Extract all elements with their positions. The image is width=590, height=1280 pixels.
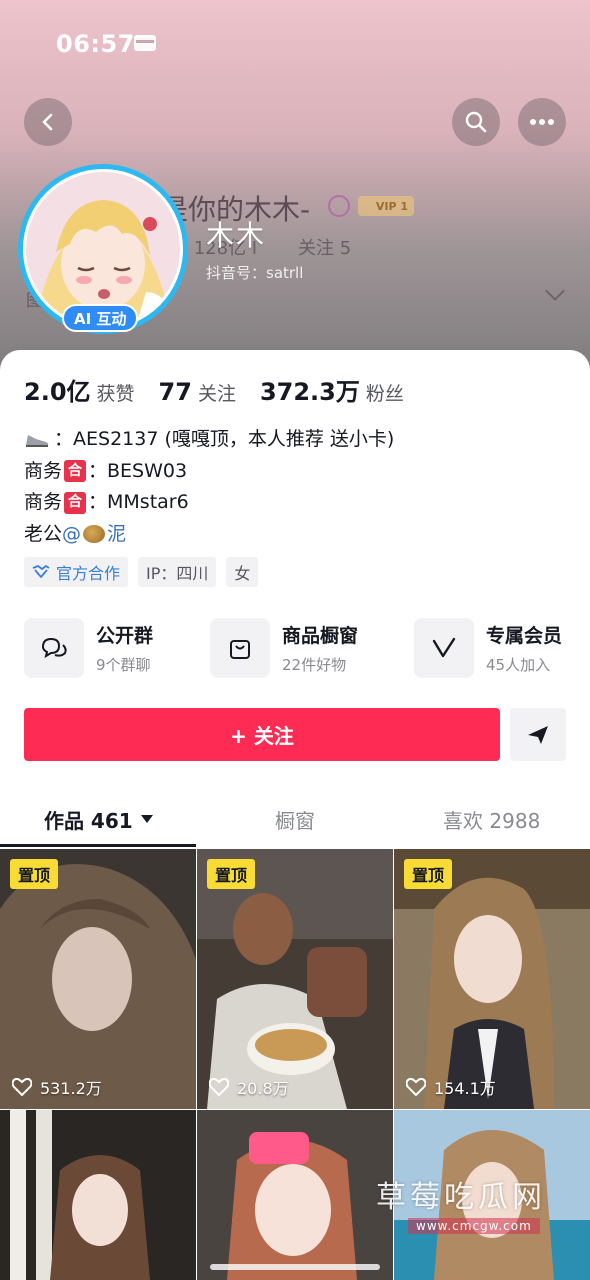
- fans-count[interactable]: 372.3万: [260, 372, 360, 407]
- profile-tags: 官方合作 IP：四川 女: [24, 557, 259, 587]
- chat-icon: [41, 637, 67, 659]
- nickname-overlay: 木木: [206, 219, 267, 252]
- bio-text-1: ：AES2137 (嘎嘎顶，本人推荐 送小卡): [54, 428, 395, 450]
- thumb-image: [0, 1110, 196, 1280]
- verify-icon: [328, 195, 350, 217]
- ai-interact-badge[interactable]: AI 互动: [62, 304, 139, 332]
- showcase-entry[interactable]: 商品橱窗 22件好物: [210, 618, 358, 678]
- pinned-badge: 置顶: [207, 859, 256, 889]
- video-thumb[interactable]: [0, 1110, 196, 1280]
- search-icon: [465, 111, 487, 133]
- tab-indicator: [0, 844, 196, 847]
- more-button[interactable]: [518, 98, 566, 146]
- content-tabs: 作品 461 橱窗 喜欢 2988: [0, 792, 590, 846]
- avatar-image: [26, 172, 180, 326]
- like-count-text: 154.1万: [434, 1079, 496, 1098]
- vip-badge: VIP 1: [358, 196, 414, 216]
- search-button[interactable]: [452, 98, 500, 146]
- back-icon: [42, 113, 53, 131]
- bio-line-1: ：AES2137 (嘎嘎顶，本人推荐 送小卡): [24, 424, 394, 456]
- cooperate-badge-icon: 合: [64, 491, 87, 514]
- douyin-id: 抖音号：satrll: [206, 264, 304, 282]
- group-chat-sub: 9个群聊: [96, 656, 151, 674]
- like-count: 20.8万: [209, 1075, 289, 1099]
- mention-link-suffix[interactable]: 泥: [107, 519, 126, 551]
- video-thumb[interactable]: 置顶 20.8万: [197, 849, 393, 1109]
- potato-icon[interactable]: [83, 525, 106, 544]
- watermark-text: 草莓吃瓜网: [376, 1180, 546, 1215]
- video-thumb[interactable]: [197, 1110, 393, 1280]
- official-tag-label: 官方合作: [56, 564, 121, 583]
- chevron-down-icon[interactable]: [545, 281, 565, 301]
- pinned-badge: 置顶: [404, 859, 453, 889]
- heart-icon: [12, 1078, 32, 1096]
- watermark-url: www.cmcgw.com: [408, 1218, 540, 1234]
- send-icon: [528, 725, 548, 744]
- official-tag[interactable]: 官方合作: [24, 557, 129, 587]
- membership-sub: 45人加入: [486, 656, 551, 674]
- bio-text-3: ：MMstar6: [88, 491, 189, 513]
- gender-tag: 女: [226, 557, 259, 587]
- follow-button[interactable]: + 关注: [24, 708, 500, 761]
- ghost-follow: 关注 5: [298, 238, 352, 259]
- video-thumb[interactable]: 置顶 154.1万: [394, 849, 590, 1109]
- home-indicator[interactable]: [210, 1264, 380, 1270]
- fans-label[interactable]: 粉丝: [366, 379, 404, 406]
- heart-icon: [209, 1078, 229, 1096]
- bio-line-4: 老公 @ 泥: [24, 519, 394, 551]
- more-icon: [530, 119, 554, 125]
- bio-text-4-prefix: 老公: [24, 522, 63, 545]
- mention-link[interactable]: @: [62, 519, 81, 551]
- share-button[interactable]: [510, 708, 566, 761]
- caret-down-icon: [140, 815, 153, 823]
- thumb-image: [197, 1110, 393, 1280]
- bio-line-2: 商务 合 ：BESW03: [24, 456, 394, 488]
- v-member-icon: [432, 637, 456, 658]
- tab-works[interactable]: 作品 461: [0, 792, 197, 846]
- bio-text-2: ：BESW03: [88, 459, 188, 482]
- tab-showcase[interactable]: 橱窗: [197, 792, 394, 846]
- handshake-icon: [32, 565, 50, 578]
- bio: ：AES2137 (嘎嘎顶，本人推荐 送小卡) 商务 合 ：BESW03 商务 …: [24, 424, 394, 550]
- following-count[interactable]: 77: [159, 378, 192, 406]
- status-time: 06:57: [56, 30, 135, 58]
- group-chat-entry[interactable]: 公开群 9个群聊: [24, 618, 153, 678]
- tab-likes[interactable]: 喜欢 2988: [393, 792, 590, 846]
- pinned-badge: 置顶: [10, 859, 59, 889]
- video-thumb[interactable]: 置顶 531.2万: [0, 849, 196, 1109]
- tab-works-label: 作品 461: [43, 808, 133, 833]
- membership-title: 专属会员: [486, 625, 563, 647]
- following-label[interactable]: 关注: [198, 379, 236, 406]
- bio-text-3-prefix: 商务: [24, 491, 63, 513]
- heart-icon: [406, 1078, 426, 1096]
- showcase-sub: 22件好物: [282, 656, 347, 674]
- membership-entry[interactable]: 专属会员 45人加入: [414, 618, 562, 678]
- card-icon: [134, 35, 156, 51]
- service-row: 公开群 9个群聊 商品橱窗 22件好物 专属会员 45人加入: [24, 618, 574, 678]
- profile-stats: 2.0亿 获赞 77 关注 372.3万 粉丝: [24, 372, 428, 407]
- like-count-text: 20.8万: [237, 1079, 289, 1098]
- group-chat-title: 公开群: [96, 625, 154, 647]
- shopping-bag-icon: [230, 640, 250, 659]
- ip-tag: IP：四川: [138, 557, 217, 587]
- like-count: 531.2万: [12, 1075, 102, 1099]
- like-count: 154.1万: [406, 1075, 496, 1099]
- sneaker-icon: [26, 434, 49, 447]
- bio-line-3: 商务 合 ：MMstar6: [24, 487, 394, 519]
- tab-showcase-label: 橱窗: [275, 808, 315, 833]
- cooperate-badge-icon: 合: [64, 460, 87, 483]
- showcase-title: 商品橱窗: [282, 625, 359, 647]
- bio-text-2-prefix: 商务: [24, 459, 63, 482]
- back-button[interactable]: [24, 98, 72, 146]
- tab-likes-label: 喜欢 2988: [443, 808, 541, 833]
- likes-label: 获赞: [96, 383, 135, 405]
- like-count-text: 531.2万: [40, 1079, 102, 1098]
- likes-count: 2.0亿: [24, 378, 91, 406]
